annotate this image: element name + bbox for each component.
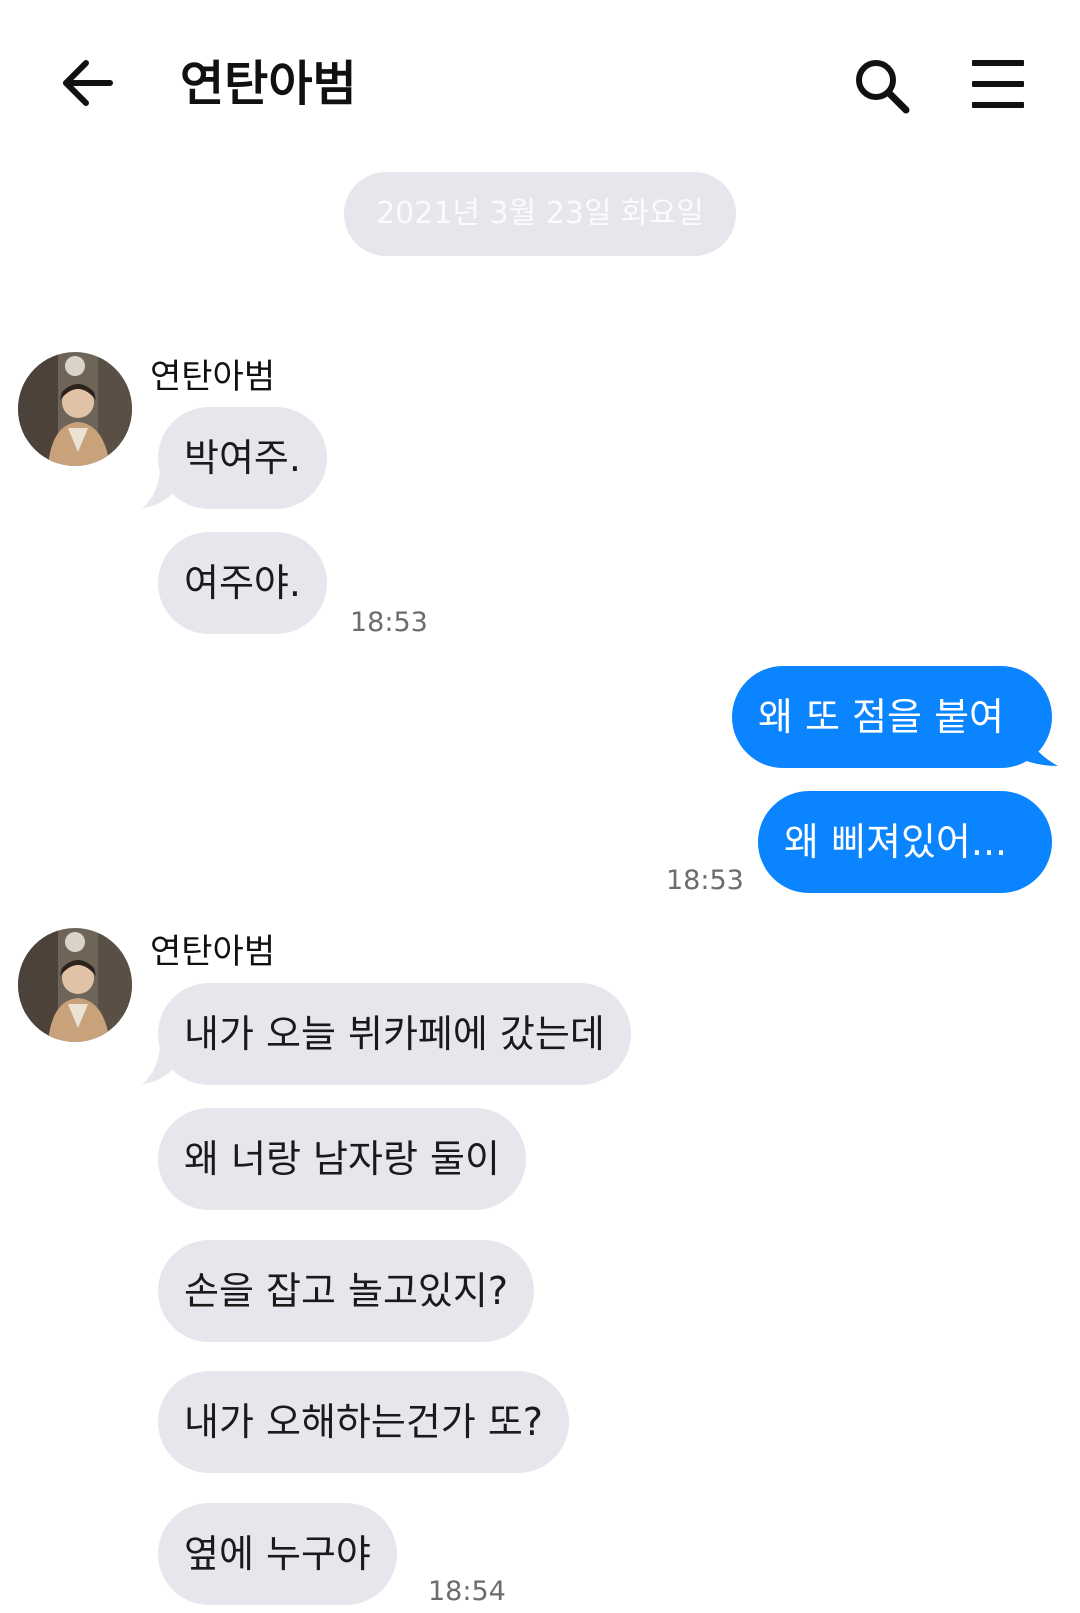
message-bubble-incoming[interactable]: 왜 너랑 남자랑 둘이 (158, 1108, 526, 1210)
date-divider: 2021년 3월 23일 화요일 (344, 172, 736, 256)
search-button[interactable] (852, 56, 912, 116)
avatar-photo (18, 928, 132, 1042)
chat-header: 연탄아범 (0, 0, 1080, 170)
message-bubble-outgoing[interactable]: 왜 또 점을 붙여 (732, 666, 1052, 768)
message-bubble-incoming[interactable]: 내가 오늘 뷔카페에 갔는데 (158, 983, 631, 1085)
message-bubble-incoming[interactable]: 박여주. (158, 407, 327, 509)
menu-button[interactable] (970, 58, 1026, 110)
hamburger-menu-icon (972, 60, 1024, 108)
avatar-photo (18, 352, 132, 466)
contact-avatar[interactable] (18, 352, 132, 466)
message-timestamp: 18:54 (428, 1576, 506, 1607)
search-icon (856, 60, 910, 114)
arrow-left-icon (63, 60, 113, 106)
contact-avatar[interactable] (18, 928, 132, 1042)
message-bubble-incoming[interactable]: 여주야. (158, 532, 327, 634)
message-bubble-incoming[interactable]: 내가 오해하는건가 또? (158, 1371, 569, 1473)
chat-title: 연탄아범 (180, 56, 357, 112)
back-button[interactable] (60, 55, 116, 111)
message-bubble-outgoing[interactable]: 왜 삐져있어... (758, 791, 1052, 893)
message-bubble-incoming[interactable]: 옆에 누구야 (158, 1503, 397, 1605)
sender-name: 연탄아범 (150, 932, 276, 972)
message-bubble-incoming[interactable]: 손을 잡고 놀고있지? (158, 1240, 535, 1342)
message-timestamp: 18:53 (350, 607, 428, 638)
sender-name: 연탄아범 (150, 357, 276, 397)
message-timestamp: 18:53 (666, 865, 744, 896)
